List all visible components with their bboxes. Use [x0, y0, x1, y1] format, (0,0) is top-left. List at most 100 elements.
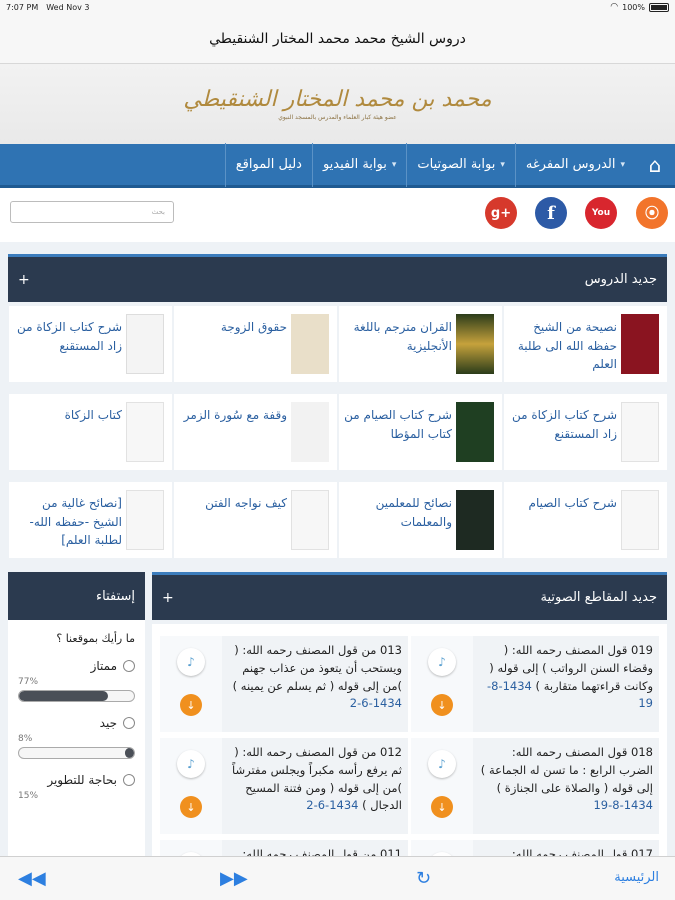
lesson-thumbnail: [291, 402, 329, 462]
download-icon[interactable]: ↓: [431, 694, 453, 716]
social-bar: ⦿ You f g+ بحث: [0, 188, 675, 242]
lesson-thumbnail: [291, 490, 329, 550]
download-icon[interactable]: ↓: [180, 694, 202, 716]
radio-button[interactable]: [123, 717, 135, 729]
lesson-card[interactable]: وقفة مع سُورة الزمر: [174, 394, 337, 470]
lesson-title[interactable]: نصائح للمعلمين والمعلمات: [343, 494, 452, 531]
back-arrow-icon[interactable]: ◀◀: [18, 868, 46, 889]
facebook-icon[interactable]: f: [535, 197, 567, 229]
lesson-card[interactable]: نصائح للمعلمين والمعلمات: [339, 482, 502, 558]
download-icon[interactable]: ↓: [431, 796, 453, 818]
rss-icon[interactable]: ⦿: [636, 197, 668, 229]
download-icon[interactable]: ↓: [180, 796, 202, 818]
lesson-thumbnail: [126, 402, 164, 462]
radio-button[interactable]: [123, 774, 135, 786]
poll-header: إستفتاء: [8, 572, 145, 620]
listen-icon[interactable]: ♪: [428, 750, 456, 778]
lesson-card[interactable]: شرح كتاب الصيام: [504, 482, 667, 558]
home-icon[interactable]: ⌂: [641, 151, 669, 179]
nav-audio-portal[interactable]: بوابة الصوتيات ▾: [406, 142, 515, 187]
lesson-card[interactable]: نصيحة من الشيخ حفظه الله الى طلبة العلم: [504, 306, 667, 382]
forward-arrow-icon[interactable]: ▶▶: [220, 868, 248, 889]
nav-label: دليل المواقع: [235, 157, 302, 172]
lesson-card[interactable]: كيف نواجه الفتن: [174, 482, 337, 558]
lesson-thumbnail: [621, 490, 659, 550]
poll-option-needs-improvement[interactable]: بحاجة للتطوير: [18, 773, 135, 787]
google-plus-icon[interactable]: g+: [485, 197, 517, 229]
audio-item[interactable]: ♪ 017 قول المصنف رحمه الله:: [411, 840, 659, 856]
chevron-down-icon: ▾: [620, 159, 625, 170]
nav-video-portal[interactable]: بوابة الفيديو ▾: [311, 142, 406, 187]
lessons-title: جديد الدروس: [584, 272, 657, 287]
lesson-card[interactable]: حقوق الزوجة: [174, 306, 337, 382]
audio-date: 1434-6-2: [306, 798, 359, 813]
lesson-title[interactable]: القران مترجم باللغة الأنجليزية: [343, 318, 452, 355]
audio-item[interactable]: ♪ 011 من قول المصنف رحمه الله:: [160, 840, 408, 856]
lesson-card[interactable]: كتاب الزكاة: [9, 394, 172, 470]
listen-icon[interactable]: ♪: [428, 648, 456, 676]
lesson-title[interactable]: شرح كتاب الصيام من كتاب المؤطا: [343, 406, 452, 443]
expand-plus-icon[interactable]: +: [18, 272, 30, 288]
poll-question: ما رأيك بموقعنا ؟: [56, 632, 135, 645]
poll-option-label: جيد: [99, 716, 117, 730]
site-logo-banner[interactable]: محمد بن محمد المختار الشنقيطي عضو هيئة ك…: [0, 64, 675, 144]
poll-panel: ما رأيك بموقعنا ؟ ممتاز 77% جيد 8% بحاجة…: [8, 620, 145, 856]
lesson-title[interactable]: شرح كتاب الزكاة من زاد المستقنع: [13, 318, 122, 355]
poll-option-excellent[interactable]: ممتاز: [18, 659, 135, 673]
poll-percent: 77%: [18, 677, 39, 687]
site-logo[interactable]: محمد بن محمد المختار الشنقيطي: [183, 87, 492, 112]
poll-option-good[interactable]: جيد: [18, 716, 135, 730]
search-input[interactable]: بحث: [10, 201, 174, 223]
lesson-title[interactable]: نصيحة من الشيخ حفظه الله الى طلبة العلم: [508, 318, 617, 374]
lesson-card[interactable]: [نصائح غالية من الشيخ -حفظه الله- لطلبة …: [9, 482, 172, 558]
lesson-thumbnail: [621, 402, 659, 462]
youtube-icon[interactable]: You: [585, 197, 617, 229]
lesson-title[interactable]: كيف نواجه الفتن: [178, 494, 287, 513]
status-bar: 7:07 PM Wed Nov 3 ◠ 100%: [0, 0, 675, 14]
audio-title[interactable]: 018 قول المصنف رحمه الله: الضرب الرابع :…: [481, 745, 653, 795]
lesson-thumbnail: [126, 490, 164, 550]
app-title-bar: دروس الشيخ محمد محمد المختار الشنقيطي: [0, 14, 675, 64]
refresh-icon[interactable]: ↻: [416, 868, 431, 889]
lesson-card[interactable]: القران مترجم باللغة الأنجليزية: [339, 306, 502, 382]
lesson-thumbnail: [456, 402, 494, 462]
audio-actions: ♪ ↓: [160, 738, 222, 834]
battery-percent: 100%: [622, 2, 645, 12]
home-button[interactable]: الرئيسية: [614, 870, 659, 885]
lesson-title[interactable]: شرح كتاب الصيام: [508, 494, 617, 513]
nav-transcribed-lessons[interactable]: الدروس المفرغه ▾: [514, 142, 635, 187]
audio-title[interactable]: 017 قول المصنف رحمه الله:: [512, 847, 653, 856]
listen-icon[interactable]: ♪: [177, 750, 205, 778]
audio-item[interactable]: ♪ ↓ 018 قول المصنف رحمه الله: الضرب الرا…: [411, 738, 659, 834]
audio-header: + جديد المقاطع الصوتية: [152, 572, 667, 620]
audio-list: ♪ ↓ 019 قول المصنف رحمه الله: ( وقضاء ال…: [152, 624, 667, 856]
nav-label: الدروس المفرغه: [525, 157, 616, 172]
listen-icon[interactable]: ♪: [177, 648, 205, 676]
nav-label: بوابة الصوتيات: [417, 157, 496, 172]
lesson-title[interactable]: [نصائح غالية من الشيخ -حفظه الله- لطلبة …: [13, 494, 122, 550]
nav-sites-directory[interactable]: دليل المواقع: [224, 142, 312, 187]
lesson-thumbnail: [291, 314, 329, 374]
lesson-title[interactable]: حقوق الزوجة: [178, 318, 287, 337]
nav-label: بوابة الفيديو: [322, 157, 387, 172]
radio-button[interactable]: [123, 660, 135, 672]
audio-date: 1434-6-2: [349, 696, 402, 711]
lesson-title[interactable]: كتاب الزكاة: [13, 406, 122, 425]
lesson-card[interactable]: شرح كتاب الزكاة من زاد المستقنع: [504, 394, 667, 470]
expand-plus-icon[interactable]: +: [162, 590, 174, 606]
web-content[interactable]: محمد بن محمد المختار الشنقيطي عضو هيئة ك…: [0, 64, 675, 856]
audio-item[interactable]: ♪ ↓ 012 من قول المصنف رحمه الله: ( ثم ير…: [160, 738, 408, 834]
lesson-card[interactable]: شرح كتاب الصيام من كتاب المؤطا: [339, 394, 502, 470]
poll-bar-fill: [19, 691, 108, 701]
lesson-card[interactable]: شرح كتاب الزكاة من زاد المستقنع: [9, 306, 172, 382]
lesson-thumbnail: [456, 314, 494, 374]
lesson-title[interactable]: وقفة مع سُورة الزمر: [178, 406, 287, 425]
audio-item[interactable]: ♪ ↓ 013 من قول المصنف رحمه الله: ( ويستح…: [160, 636, 408, 732]
poll-bar-fill: [124, 748, 134, 758]
lesson-title[interactable]: شرح كتاب الزكاة من زاد المستقنع: [508, 406, 617, 443]
chevron-down-icon: ▾: [500, 159, 505, 170]
audio-title[interactable]: 013 من قول المصنف رحمه الله: ( ويستحب أن…: [233, 643, 402, 693]
audio-title[interactable]: 011 من قول المصنف رحمه الله:: [242, 847, 402, 856]
main-nav: ⌂ الدروس المفرغه ▾ بوابة الصوتيات ▾ بواب…: [0, 142, 675, 188]
audio-item[interactable]: ♪ ↓ 019 قول المصنف رحمه الله: ( وقضاء ال…: [411, 636, 659, 732]
